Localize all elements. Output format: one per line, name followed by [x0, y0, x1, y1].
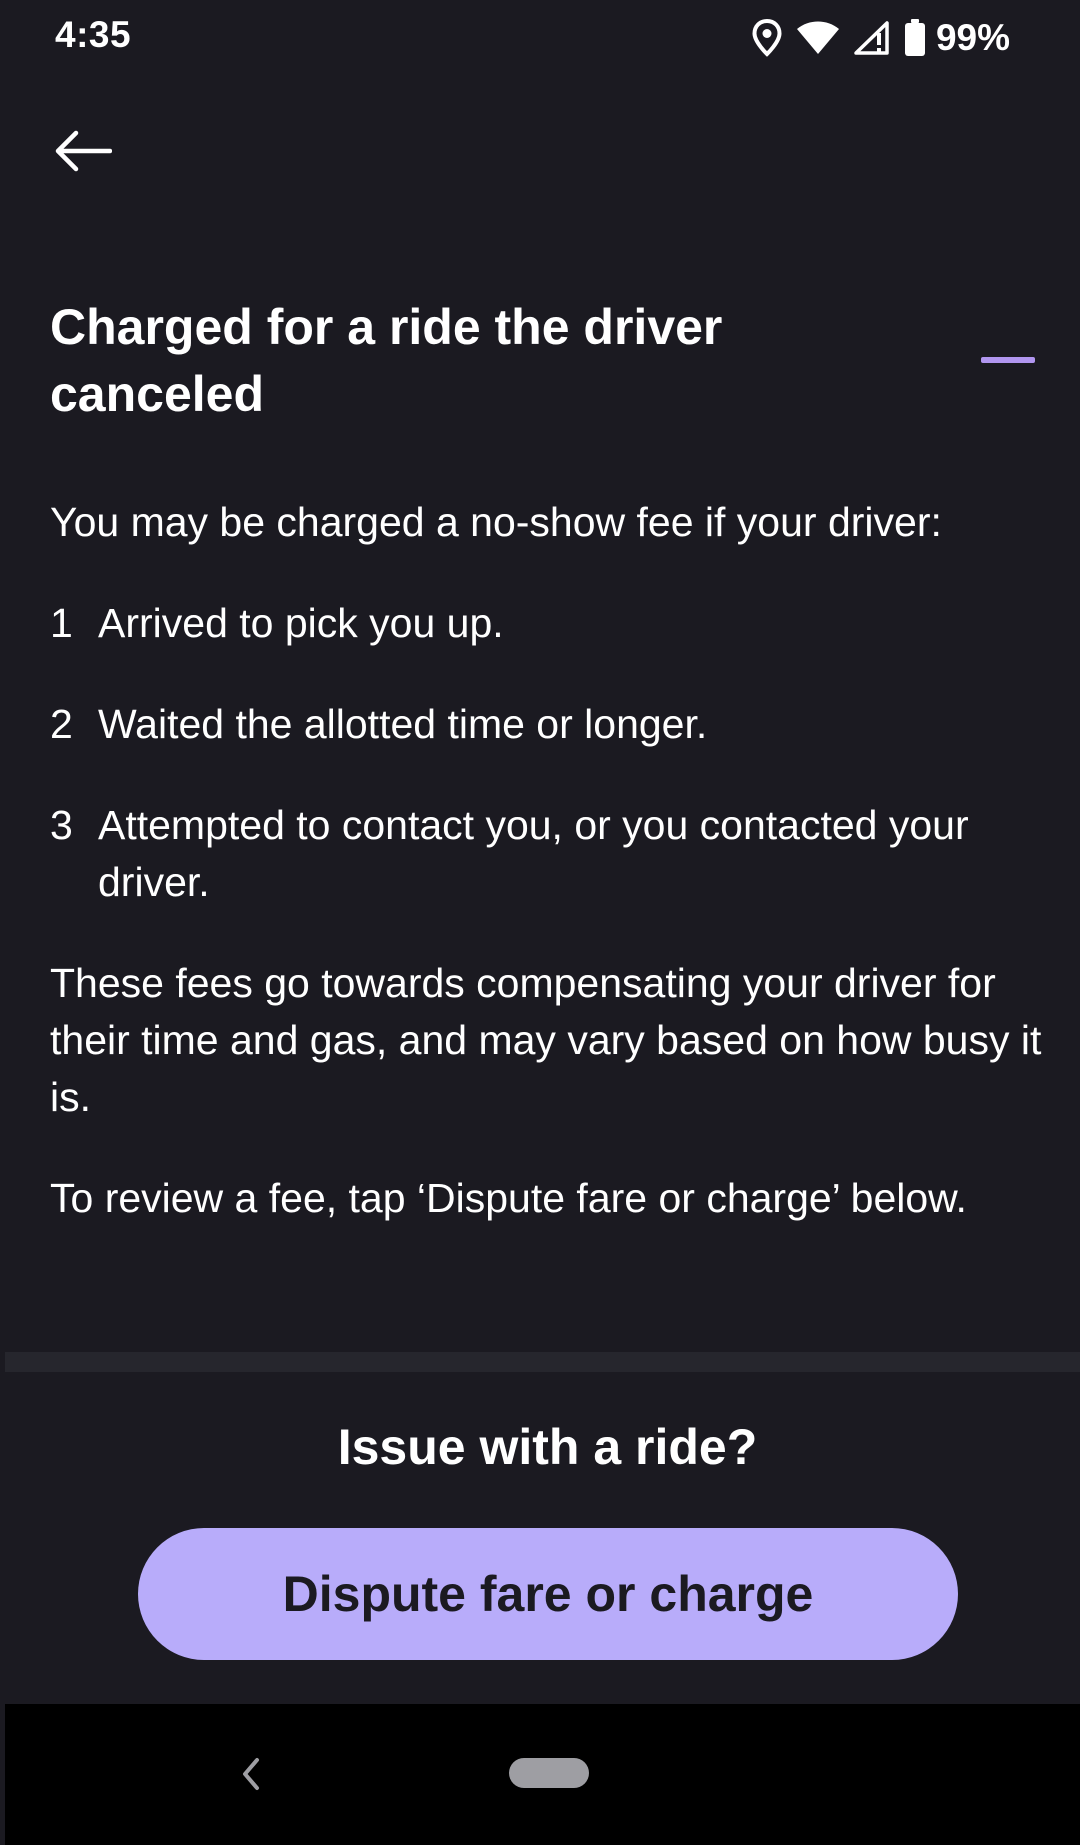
step-text: Attempted to contact you, or you contact…: [98, 802, 969, 905]
status-bar: 4:35 99%: [0, 0, 1080, 76]
arrow-left-icon: [54, 129, 113, 178]
status-time: 4:35: [55, 14, 132, 55]
list-item: 3 Attempted to contact you, or you conta…: [50, 797, 1050, 911]
location-icon: [752, 19, 782, 57]
list-item: 1 Arrived to pick you up.: [50, 595, 1050, 652]
back-button[interactable]: [48, 118, 118, 188]
step-text: Waited the allotted time or longer.: [98, 701, 708, 747]
dispute-fare-button[interactable]: Dispute fare or charge: [138, 1528, 958, 1660]
step-text: Arrived to pick you up.: [98, 600, 504, 646]
signal-icon: [854, 21, 890, 55]
fees-paragraph: These fees go towards compensating your …: [50, 960, 1042, 1120]
list-item: 2 Waited the allotted time or longer.: [50, 696, 1050, 753]
intro-text: You may be charged a no-show fee if your…: [50, 499, 942, 545]
battery-icon: [904, 19, 926, 57]
review-paragraph: To review a fee, tap ‘Dispute fare or ch…: [50, 1175, 967, 1221]
article-body: You may be charged a no-show fee if your…: [50, 494, 1050, 1227]
help-article-screen: 4:35 99% Charged for a ride the driver c…: [0, 0, 1080, 1845]
chevron-left-icon: [243, 1758, 259, 1790]
status-icons: 99%: [752, 14, 1010, 62]
nav-home-pill[interactable]: [509, 1758, 589, 1788]
step-number: 1: [50, 600, 73, 646]
step-number: 2: [50, 701, 73, 747]
article-title: Charged for a ride the driver canceled: [50, 299, 723, 422]
section-divider: [5, 1352, 1080, 1372]
issue-heading: Issue with a ride?: [337, 1419, 758, 1475]
step-number: 3: [50, 802, 73, 848]
accent-bar: [981, 357, 1035, 363]
wifi-icon: [796, 21, 840, 55]
system-nav-bar: [5, 1704, 1080, 1845]
battery-percentage: 99%: [935, 17, 1010, 58]
nav-back-button[interactable]: [237, 1756, 267, 1792]
